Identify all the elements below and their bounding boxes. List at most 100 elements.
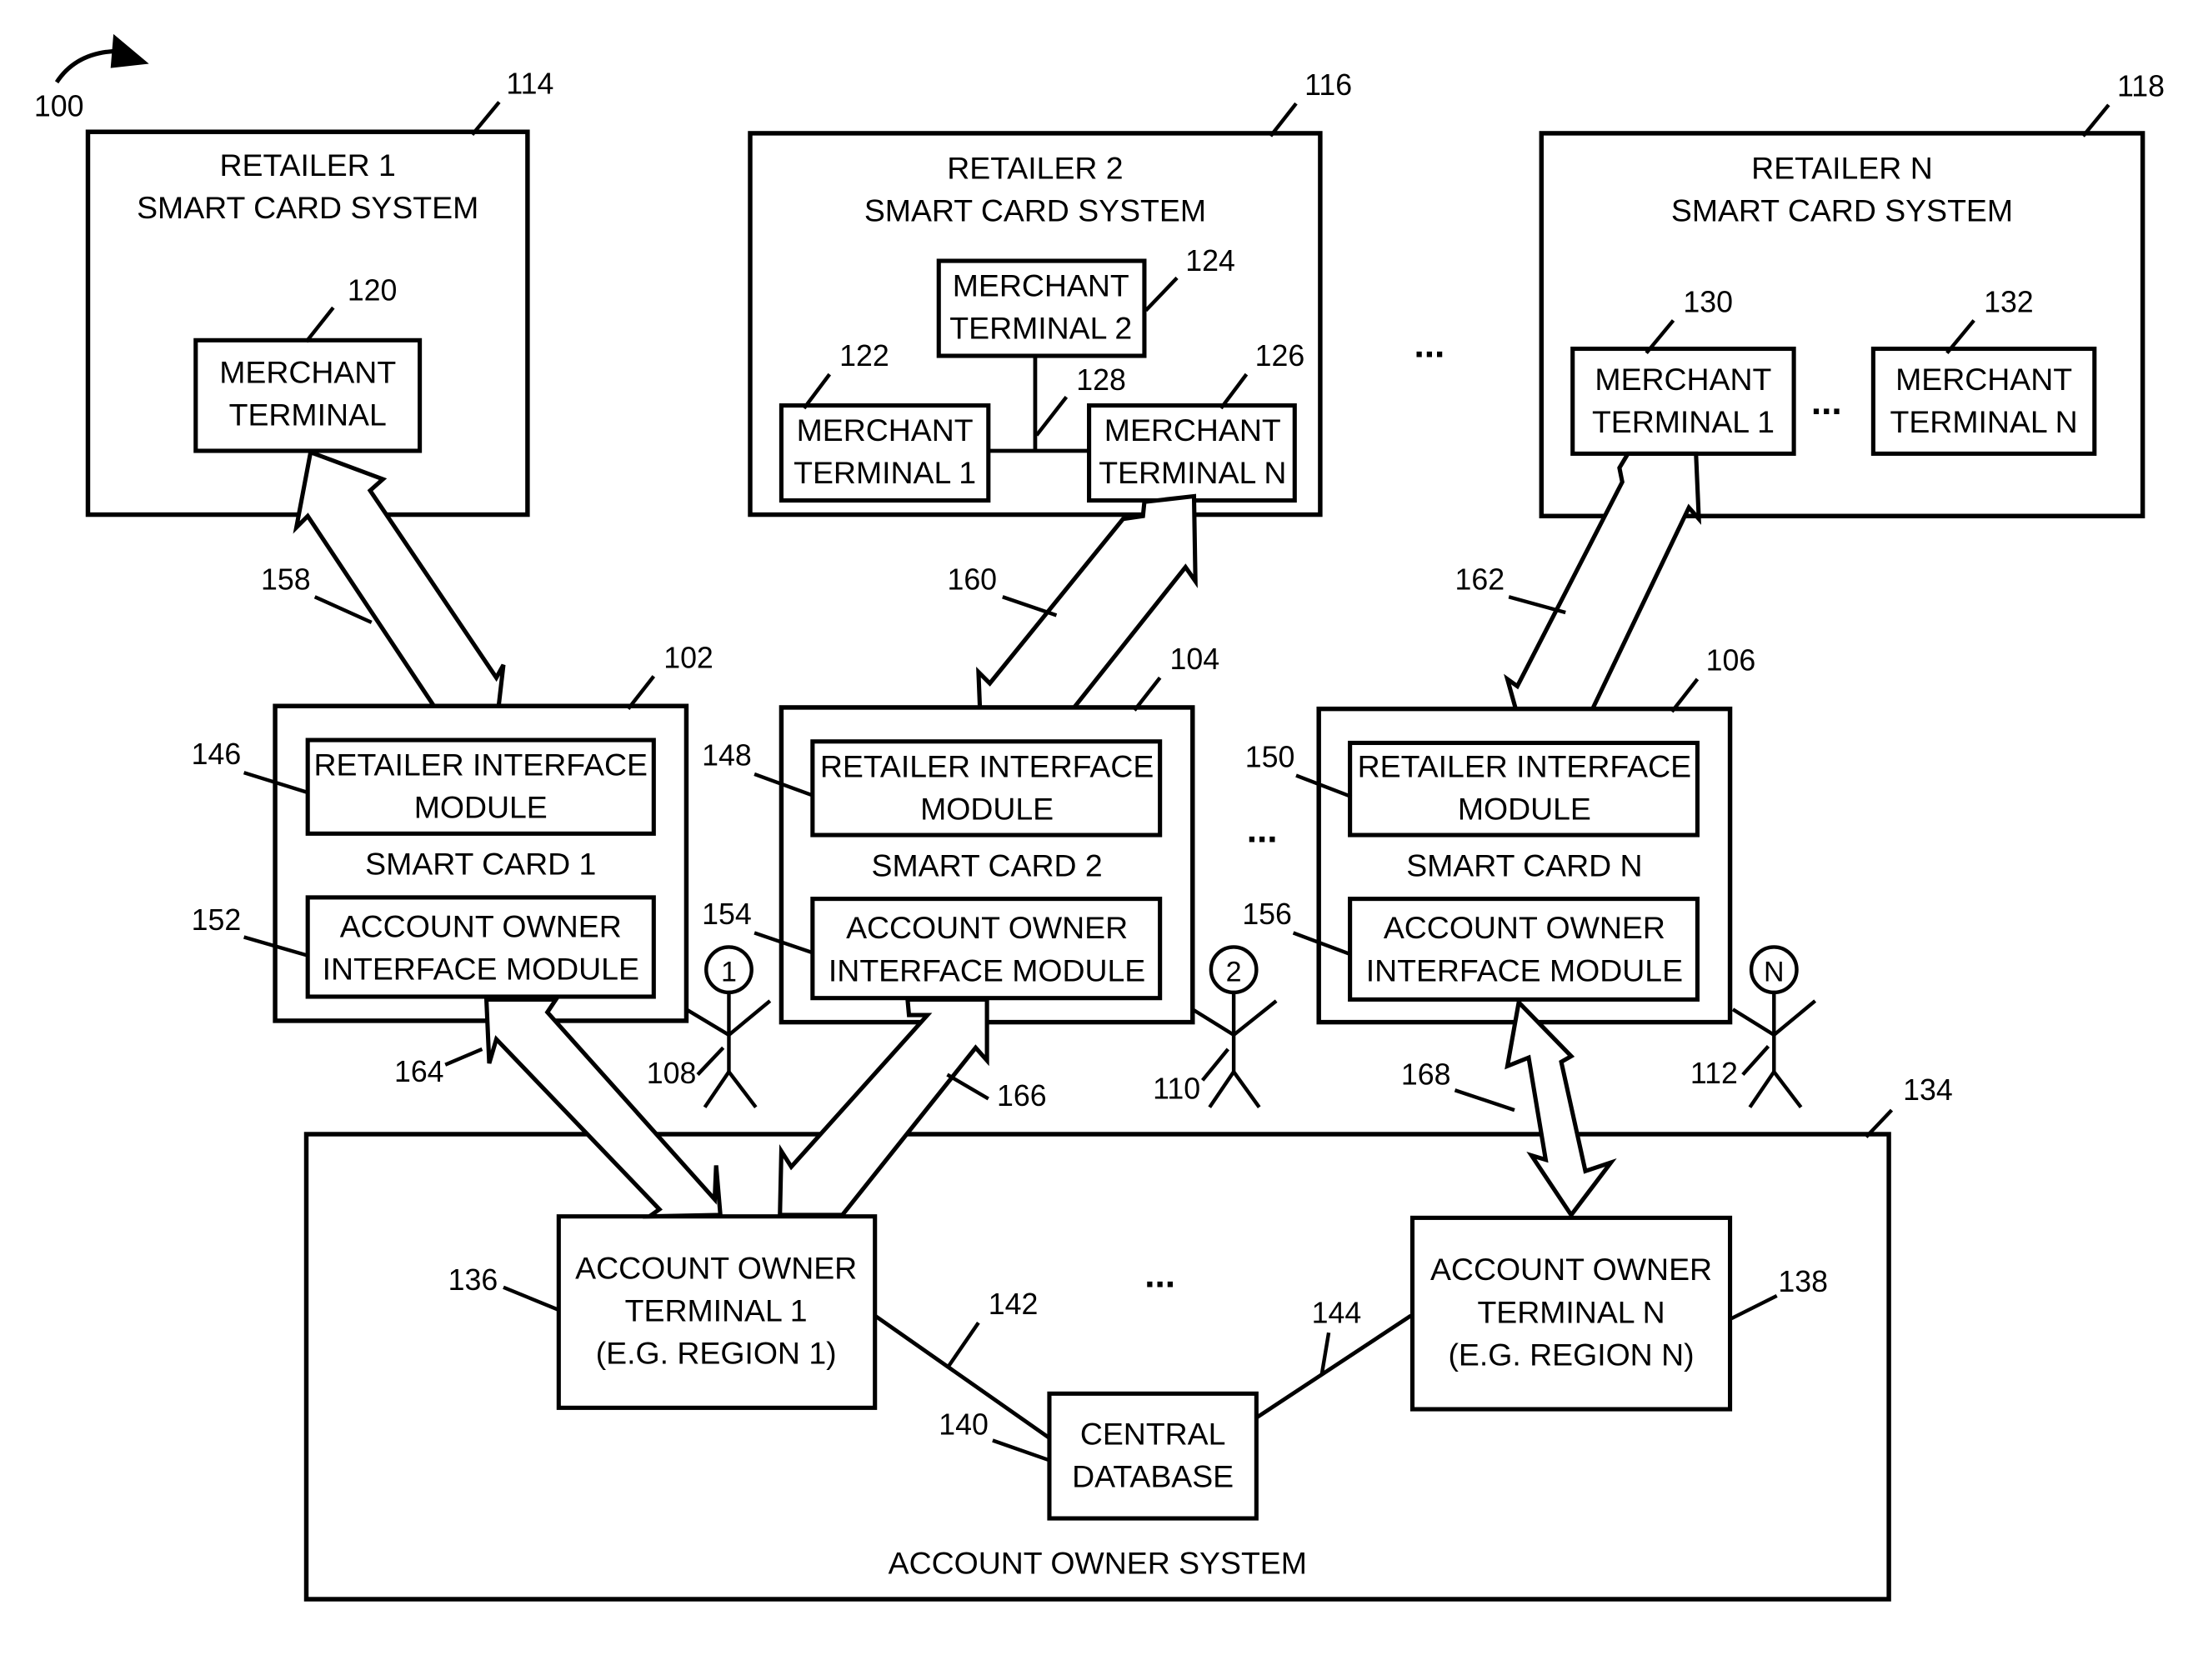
link-ref: 144 (1312, 1296, 1362, 1329)
user-ref: 110 (1153, 1072, 1200, 1105)
link-ref: 160 (947, 563, 997, 597)
terminal-label: MERCHANT (797, 412, 974, 448)
module-ref: 154 (702, 898, 752, 931)
retailer-1-system: RETAILER 1 SMART CARD SYSTEM 114 MERCHAN… (85, 67, 553, 518)
terminal-ellipsis: ... (1144, 1255, 1175, 1296)
leader-line (946, 1072, 989, 1101)
terminal-ref: 120 (348, 274, 398, 308)
terminal-label: TERMINAL N (1099, 455, 1286, 490)
module-label: INTERFACE MODULE (829, 952, 1145, 988)
module-label: ACCOUNT OWNER (1384, 910, 1665, 945)
terminal-label: TERMINAL 1 (625, 1293, 808, 1328)
card-title: SMART CARD N (1406, 848, 1642, 882)
terminal-label: MERCHANT (953, 268, 1129, 303)
terminal-label: MERCHANT (1895, 362, 2072, 397)
module-ref: 150 (1245, 740, 1295, 773)
terminal-label: TERMINAL 2 (949, 311, 1132, 346)
figure-number: 100 (34, 90, 84, 123)
link-ref: 168 (1401, 1058, 1451, 1091)
terminal-label: MERCHANT (1104, 412, 1281, 448)
module-label: ACCOUNT OWNER (340, 909, 622, 944)
terminal-ref: 138 (1778, 1265, 1828, 1298)
user-badge: 2 (1226, 956, 1242, 988)
card-ref: 106 (1706, 644, 1756, 678)
terminal-ref: 122 (839, 339, 889, 372)
link-ref: 164 (394, 1055, 444, 1088)
smart-card-2: 104 RETAILER INTERFACE MODULE 148 SMART … (702, 642, 1220, 1025)
module-ref: 146 (192, 738, 242, 771)
card-ref: 104 (1170, 642, 1220, 676)
database-label: CENTRAL (1080, 1417, 1226, 1452)
central-database (1047, 1391, 1259, 1521)
figure-arrowhead-icon (110, 33, 149, 68)
module-label: MODULE (1458, 791, 1591, 826)
system-diagram: 100 RETAILER 1 SMART CARD SYSTEM 114 MER… (34, 33, 2165, 1602)
user-ref: 108 (647, 1057, 697, 1090)
card-title: SMART CARD 1 (365, 847, 596, 882)
module-label: MODULE (414, 790, 548, 825)
module-label: RETAILER INTERFACE (820, 748, 1154, 783)
retailer-n-ref: 118 (2117, 70, 2165, 103)
leader-line (696, 1046, 725, 1077)
card-title: SMART CARD 2 (872, 848, 1103, 882)
retailer-n-title: RETAILER N (1751, 150, 1933, 185)
module-ref: 156 (1242, 898, 1292, 931)
user-badge: N (1764, 956, 1785, 988)
retailer-1-subtitle: SMART CARD SYSTEM (137, 190, 478, 225)
leader-line (444, 1047, 483, 1067)
smart-card-n: 106 RETAILER INTERFACE MODULE 150 SMART … (1242, 644, 1756, 1025)
leader-line (1454, 1088, 1515, 1112)
user-ref: 112 (1690, 1057, 1738, 1090)
link-ref: 158 (261, 563, 311, 597)
account-owner-system-title: ACCOUNT OWNER SYSTEM (889, 1545, 1307, 1580)
retailer-1-ref: 114 (506, 67, 553, 100)
leader-line (1200, 1048, 1230, 1082)
person-icon (685, 992, 772, 1109)
person-icon (1731, 992, 1817, 1109)
retailer-1-title: RETAILER 1 (220, 148, 396, 182)
terminal-label: TERMINAL 1 (1592, 404, 1775, 439)
terminal-label: (E.G. REGION 1) (596, 1336, 837, 1371)
terminal-label: ACCOUNT OWNER (1430, 1252, 1712, 1287)
link-ref: 142 (989, 1288, 1039, 1321)
module-ref: 152 (192, 903, 242, 937)
terminal-ref: 132 (1984, 285, 2034, 318)
terminal-ref: 136 (448, 1263, 498, 1297)
module-label: INTERFACE MODULE (323, 952, 639, 987)
retailer-2-subtitle: SMART CARD SYSTEM (864, 192, 1206, 228)
terminal-ref: 124 (1185, 244, 1235, 278)
card-ellipsis: ... (1247, 810, 1278, 851)
terminal-label: TERMINAL (229, 397, 387, 432)
module-label: INTERFACE MODULE (1366, 952, 1683, 988)
module-label: RETAILER INTERFACE (1358, 748, 1691, 783)
module-ref: 148 (702, 739, 752, 772)
network-ref: 128 (1076, 363, 1126, 397)
person-icon (1191, 992, 1278, 1108)
terminal-label: TERMINAL N (1477, 1294, 1665, 1329)
system-ref: 134 (1903, 1073, 1953, 1107)
terminal-label: MERCHANT (1595, 362, 1771, 397)
account-owner-system: ACCOUNT OWNER SYSTEM 134 142 144 ACCOUNT… (303, 1073, 1953, 1602)
terminal-ref: 130 (1683, 285, 1733, 318)
link-ref: 162 (1455, 563, 1505, 597)
figure-label: 100 (34, 33, 149, 123)
database-ref: 140 (939, 1408, 989, 1442)
terminal-label: MERCHANT (219, 354, 396, 389)
module-label: ACCOUNT OWNER (846, 910, 1128, 945)
terminal-ref: 126 (1255, 339, 1305, 372)
module-label: RETAILER INTERFACE (314, 748, 648, 782)
link-ref: 166 (997, 1079, 1047, 1112)
card-ref: 102 (663, 641, 713, 674)
leader-line (1002, 595, 1058, 618)
retailer-n-system: RETAILER N SMART CARD SYSTEM 118 MERCHAN… (1539, 70, 2165, 518)
terminal-label: (E.G. REGION N) (1448, 1337, 1694, 1372)
terminal-ellipsis: ... (1811, 382, 1842, 422)
terminal-label: TERMINAL 1 (794, 455, 976, 490)
module-label: MODULE (920, 791, 1054, 826)
user-badge: 1 (721, 956, 737, 988)
retailer-n-subtitle: SMART CARD SYSTEM (1671, 192, 2013, 228)
terminal-label: ACCOUNT OWNER (575, 1251, 857, 1286)
retailer-2-ref: 116 (1304, 68, 1352, 102)
retailer-ellipsis: ... (1414, 325, 1444, 366)
database-label: DATABASE (1072, 1459, 1234, 1494)
